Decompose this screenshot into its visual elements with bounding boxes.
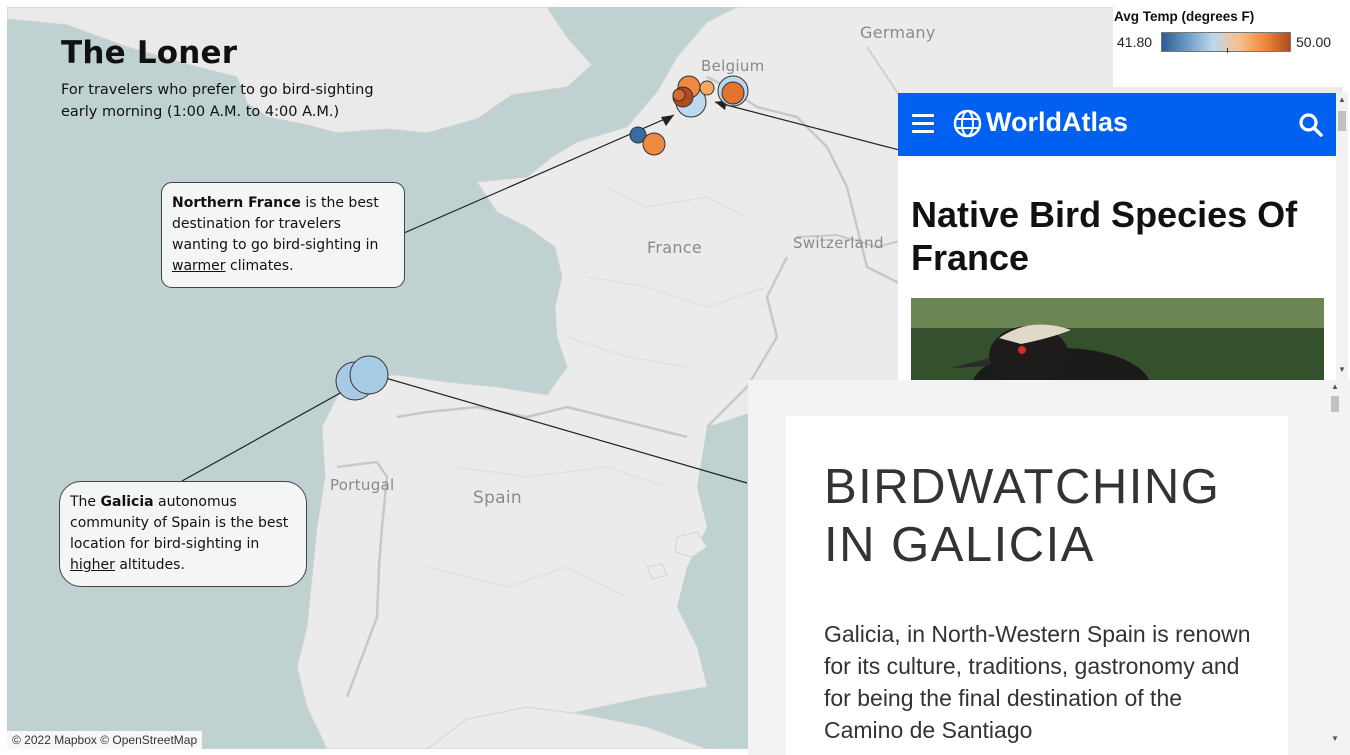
worldatlas-logo[interactable]: WorldAtlas [986,107,1128,138]
galicia-paragraph: Galicia, in North-Western Spain is renow… [824,621,1251,743]
callout-northern-france: Northern France is the best destination … [161,182,405,288]
legend-title: Avg Temp (degrees F) [1114,9,1255,24]
map-point[interactable] [349,355,389,395]
legend-max: 50.00 [1296,34,1332,50]
color-legend: Avg Temp (degrees F) 41.80 50.00 [1113,7,1342,87]
legend-min: 41.80 [1117,34,1153,50]
callout-bold: Galicia [100,494,154,510]
label-portugal: Portugal [330,476,395,494]
map-point[interactable] [699,80,715,96]
legend-tick [1227,48,1228,53]
article-heading: Native Bird Species Of France [911,194,1298,278]
label-spain: Spain [473,488,522,508]
label-germany: Germany [860,23,936,42]
label-belgium: Belgium [701,57,765,75]
dashboard-title: The Loner [61,35,238,71]
galicia-popup[interactable]: BIRDWATCHING IN GALICIA Galicia, in Nort… [748,380,1350,755]
worldatlas-popup[interactable]: WorldAtlas Native Bird Species Of France… [898,93,1348,383]
scroll-down-icon[interactable]: ▼ [1331,734,1339,743]
scroll-down-icon[interactable]: ▼ [1338,365,1346,374]
legend-gradient [1161,32,1291,52]
article-photo [911,298,1324,383]
worldatlas-header: WorldAtlas [898,93,1336,156]
galicia-scrollbar[interactable]: ▲ ▼ [1328,380,1342,755]
globe-icon [953,109,982,138]
callout-bold: Northern France [172,195,301,211]
map-attribution[interactable]: © 2022 Mapbox © OpenStreetMap [7,731,203,749]
search-icon[interactable] [1298,112,1324,138]
map-point[interactable] [721,81,745,105]
dashboard-subtitle: For travelers who prefer to go bird-sigh… [61,82,374,120]
scroll-up-icon[interactable]: ▲ [1331,382,1339,391]
scroll-up-icon[interactable]: ▲ [1338,95,1346,104]
map-point[interactable] [672,88,686,102]
scroll-thumb[interactable] [1338,111,1346,131]
scroll-thumb[interactable] [1331,396,1339,412]
label-france: France [647,238,703,257]
galicia-heading: BIRDWATCHING IN GALICIA [824,460,1221,572]
worldatlas-scrollbar[interactable]: ▲ ▼ [1336,93,1348,383]
label-switzerland: Switzerland [793,234,884,252]
callout-galicia: The Galicia autonomus community of Spain… [59,481,307,587]
map-point[interactable] [642,132,666,156]
menu-icon[interactable] [912,114,934,134]
